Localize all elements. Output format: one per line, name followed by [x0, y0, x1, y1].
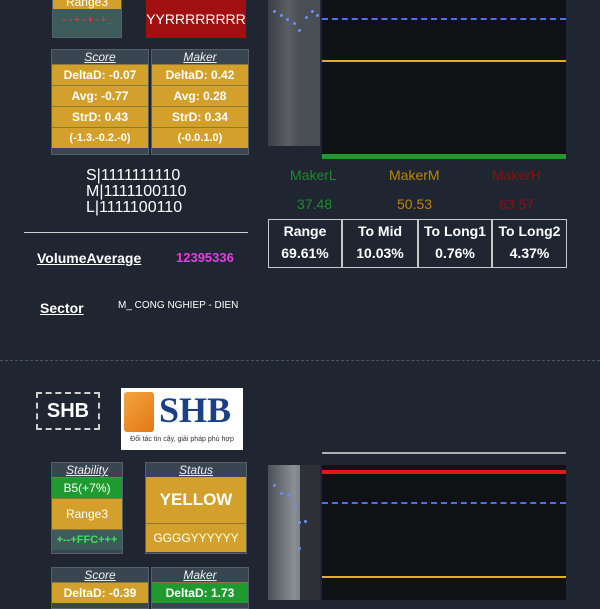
chart-dot [273, 484, 276, 487]
chart-dot [273, 10, 276, 13]
stat-range-val: 69.61% [281, 245, 329, 261]
chart-bottom-yellow-line [322, 576, 566, 578]
bit-strings: S|1111111110 M|1111100110 L|1111100110 [86, 168, 187, 216]
range-indicator: --+-+-+_ [60, 15, 114, 27]
stat-to-long2-val: 4.37% [509, 245, 550, 261]
maker-low-name: MakerL [290, 167, 337, 183]
bottom-maker-title: Maker [152, 568, 248, 582]
score-tuple: (-1.3.-0.2.-0) [52, 127, 148, 148]
maker-mid-value: 50.53 [397, 196, 433, 212]
score-title: Score [52, 50, 148, 64]
stability-value: B5(+7%) [52, 477, 122, 498]
stat-to-long2: To Long2 4.37% [492, 219, 567, 268]
signal-value: YYRRRRRRRR [146, 11, 246, 27]
stability-title: Stability [52, 463, 122, 477]
volume-value: 12395336 [176, 250, 234, 265]
price-ladder-bottom-shade [300, 465, 320, 600]
maker-high-value: 63.57 [499, 196, 535, 212]
chart-dot [280, 492, 283, 495]
chart-top [322, 0, 566, 155]
chart-dot [311, 10, 314, 13]
stability-indicator: +--+FFC+++ [52, 529, 122, 550]
status-card: Status YELLOW GGGGYYYYYY [145, 462, 247, 554]
status-title: Status [146, 463, 246, 477]
chart-dot [316, 14, 319, 17]
score-card: Score DeltaD: -0.07 Avg: -0.77 StrD: 0.4… [51, 49, 149, 155]
chart-dot [286, 18, 289, 21]
volume-label[interactable]: VolumeAverage [37, 250, 141, 266]
maker-tuple: (-0.0.1.0) [152, 127, 248, 148]
score-strd: StrD: 0.43 [52, 106, 148, 127]
range-label: Range3 [53, 0, 121, 9]
stat-range: Range 69.61% [268, 219, 342, 268]
stat-range-head: Range [283, 223, 327, 239]
bits-m: M|1111100110 [86, 183, 187, 200]
chart-dot [293, 22, 296, 25]
ticker-text: SHB [46, 400, 90, 422]
maker-strd: StrD: 0.34 [152, 106, 248, 127]
stat-to-mid-head: To Mid [357, 223, 403, 239]
bottom-score-card: Score DeltaD: -0.39 [51, 567, 149, 609]
maker-deltad: DeltaD: 0.42 [152, 64, 248, 85]
score-deltad: DeltaD: -0.07 [52, 64, 148, 85]
stability-range: Range3 [52, 498, 122, 529]
chart-dot [294, 505, 297, 508]
sector-value: M_ CONG NGHIEP - DIEN [118, 300, 239, 311]
chart-top-dashed-line [322, 18, 566, 20]
bottom-maker-card: Maker DeltaD: 1.73 [151, 567, 249, 609]
chart-dot [280, 14, 283, 17]
chart-dot [305, 16, 308, 19]
chart-dot [287, 494, 290, 497]
stat-to-mid-val: 10.03% [356, 245, 404, 261]
signal-card: YYRRRRRRRR [146, 0, 246, 38]
chart-dot [298, 547, 301, 550]
chart-bottom-red-line [322, 470, 566, 474]
maker-mid-name: MakerM [389, 167, 440, 183]
ticker-badge[interactable]: SHB [36, 392, 100, 430]
status-pattern: GGGGYYYYYY [146, 523, 246, 552]
chart-bottom-top-line [322, 452, 566, 454]
bits-l: L|1111100110 [86, 199, 183, 216]
bottom-score-title: Score [52, 568, 148, 582]
stat-to-long1-head: To Long1 [424, 223, 486, 239]
maker-avg: Avg: 0.28 [152, 85, 248, 106]
status-value: YELLOW [146, 477, 246, 523]
price-ladder-top-shade [300, 0, 320, 146]
chart-bottom-dashed-line [322, 502, 566, 504]
stat-to-long1-val: 0.76% [435, 245, 475, 261]
maker-high-name: MakerH [492, 167, 542, 183]
chart-dot [298, 521, 301, 524]
maker-title: Maker [152, 50, 248, 64]
maker-low-value: 37.48 [297, 196, 333, 212]
logo-text: SHB [159, 390, 232, 430]
chart-bottom [322, 465, 566, 600]
stat-to-long1: To Long1 0.76% [418, 219, 492, 268]
stat-to-long2-head: To Long2 [498, 223, 561, 239]
score-avg: Avg: -0.77 [52, 85, 148, 106]
range-card: Range3 --+-+-+_ [52, 0, 122, 38]
sector-label[interactable]: Sector [40, 300, 84, 316]
chart-top-yellow-line [322, 60, 566, 62]
stat-to-mid: To Mid 10.03% [342, 219, 418, 268]
company-logo: SHB Đối tác tin cậy, giải pháp phù hợp [121, 388, 243, 450]
chart-top-green-bar [322, 154, 566, 159]
logo-slogan: Đối tác tin cậy, giải pháp phù hợp [130, 436, 234, 443]
logo-mark [124, 392, 154, 432]
bits-s: S|1111111110 [86, 167, 181, 184]
chart-dot [298, 29, 301, 32]
maker-card: Maker DeltaD: 0.42 Avg: 0.28 StrD: 0.34 … [151, 49, 249, 155]
divider [24, 232, 248, 233]
stability-card: Stability B5(+7%) Range3 +--+FFC+++ [51, 462, 123, 554]
chart-dot [304, 520, 307, 523]
section-separator [0, 360, 600, 361]
